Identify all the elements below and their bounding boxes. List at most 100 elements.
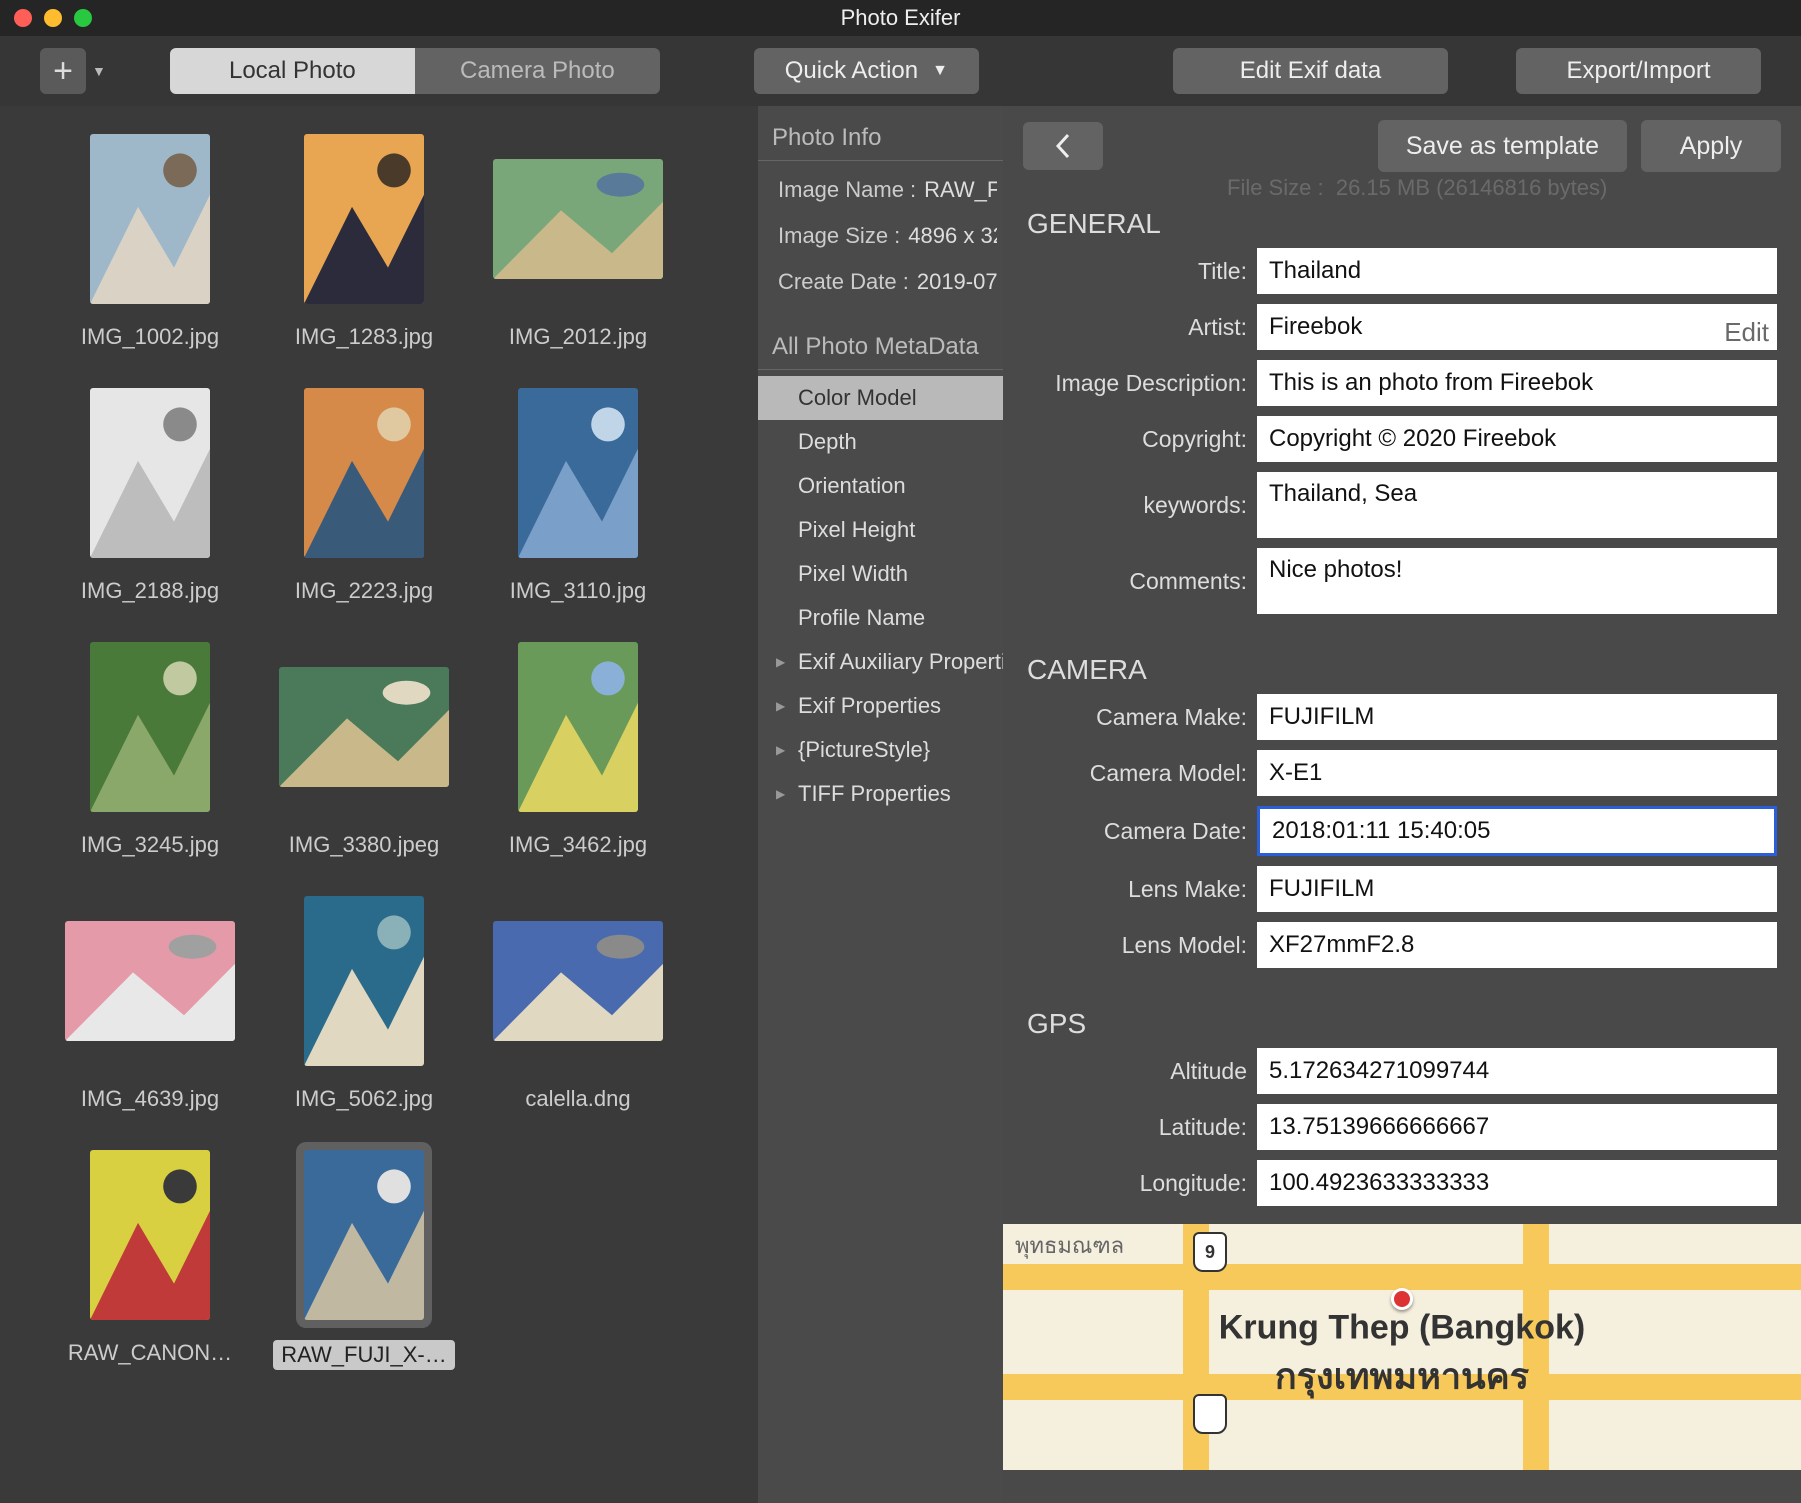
metadata-item[interactable]: TIFF Properties	[758, 772, 1003, 816]
camera-make-label: Camera Make:	[1027, 704, 1257, 731]
image-size-value: 4896 x 3264	[908, 223, 997, 249]
camera-lens_make-input[interactable]	[1257, 866, 1777, 912]
export-import-button[interactable]: Export/Import	[1516, 48, 1761, 94]
gallery-item[interactable]: calella.dng	[478, 888, 678, 1112]
thumbnail	[65, 921, 235, 1041]
camera-model-input[interactable]	[1257, 750, 1777, 796]
section-gps: GPS	[1003, 978, 1801, 1048]
chevron-down-icon: ▼	[932, 62, 948, 80]
thumbnail	[279, 667, 449, 787]
map-pin-icon	[1391, 1288, 1413, 1310]
metadata-item[interactable]: Color Model	[758, 376, 1003, 420]
general-copyright-label: Copyright:	[1027, 426, 1257, 453]
maximize-window-icon[interactable]	[74, 9, 92, 27]
general-copyright-input[interactable]	[1257, 416, 1777, 462]
create-date-label: Create Date :	[778, 269, 909, 295]
camera-lens_model-input[interactable]	[1257, 922, 1777, 968]
general-image_description-label: Image Description:	[1027, 370, 1257, 397]
minimize-window-icon[interactable]	[44, 9, 62, 27]
add-dropdown-caret[interactable]: ▼	[92, 63, 106, 79]
gallery-item[interactable]: IMG_2188.jpg	[50, 380, 250, 604]
general-title-label: Title:	[1027, 258, 1257, 285]
gallery-item[interactable]: IMG_5062.jpg	[264, 888, 464, 1112]
general-keywords-label: keywords:	[1027, 492, 1257, 519]
apply-button[interactable]: Apply	[1641, 120, 1781, 172]
tab-camera-photo[interactable]: Camera Photo	[415, 48, 660, 94]
gallery-item[interactable]: IMG_3380.jpeg	[264, 634, 464, 858]
metadata-item[interactable]: Exif Auxiliary Properties	[758, 640, 1003, 684]
thumbnail	[90, 134, 210, 304]
route-shield: 9	[1193, 1232, 1227, 1272]
metadata-item[interactable]: Depth	[758, 420, 1003, 464]
photo-gallery: IMG_1002.jpg IMG_1283.jpg IMG_2012.jpg I…	[0, 106, 758, 1503]
metadata-item[interactable]: {PictureStyle}	[758, 728, 1003, 772]
all-metadata-header: All Photo MetaData	[758, 315, 1003, 369]
gps-longitude-label: Longitude:	[1027, 1170, 1257, 1197]
toolbar: + ▼ Local Photo Camera Photo Quick Actio…	[0, 36, 1801, 106]
gps-latitude-label: Latitude:	[1027, 1114, 1257, 1141]
add-button[interactable]: +	[40, 48, 86, 94]
gps-altitude-input[interactable]	[1257, 1048, 1777, 1094]
filename-label: IMG_4639.jpg	[81, 1086, 219, 1112]
general-comments-input[interactable]	[1257, 548, 1777, 614]
gps-map[interactable]: พุทธมณฑล 9 Krung Thep (Bangkok) กรุงเทพม…	[1003, 1224, 1801, 1470]
camera-date-input[interactable]	[1257, 806, 1777, 856]
image-name-value: RAW_FUJI_X-E1.RAF	[924, 177, 997, 203]
gps-longitude-input[interactable]	[1257, 1160, 1777, 1206]
filename-label: IMG_3380.jpeg	[289, 832, 439, 858]
filename-label: IMG_1002.jpg	[81, 324, 219, 350]
tab-local-photo[interactable]: Local Photo	[170, 48, 415, 94]
image-name-label: Image Name :	[778, 177, 916, 203]
gallery-item[interactable]: IMG_4639.jpg	[50, 888, 250, 1112]
photo-info-header: Photo Info	[758, 106, 1003, 160]
back-button[interactable]	[1023, 122, 1103, 170]
metadata-item[interactable]: Orientation	[758, 464, 1003, 508]
gallery-item[interactable]: IMG_1283.jpg	[264, 126, 464, 350]
metadata-item[interactable]: Pixel Height	[758, 508, 1003, 552]
general-title-input[interactable]	[1257, 248, 1777, 294]
filename-label: IMG_3245.jpg	[81, 832, 219, 858]
camera-lens_model-label: Lens Model:	[1027, 932, 1257, 959]
gallery-item[interactable]: IMG_3110.jpg	[478, 380, 678, 604]
thumbnail	[90, 642, 210, 812]
filename-label: IMG_2188.jpg	[81, 578, 219, 604]
filename-label: IMG_3110.jpg	[510, 578, 647, 604]
thumbnail	[518, 642, 638, 812]
general-keywords-input[interactable]	[1257, 472, 1777, 538]
gallery-item[interactable]: IMG_2223.jpg	[264, 380, 464, 604]
gallery-item[interactable]: IMG_3245.jpg	[50, 634, 250, 858]
general-image_description-input[interactable]	[1257, 360, 1777, 406]
section-general: GENERAL	[1003, 178, 1801, 248]
metadata-item[interactable]: Exif Properties	[758, 684, 1003, 728]
filename-label: calella.dng	[525, 1086, 630, 1112]
camera-make-input[interactable]	[1257, 694, 1777, 740]
quick-action-button[interactable]: Quick Action ▼	[754, 48, 979, 94]
quick-action-label: Quick Action	[785, 57, 918, 85]
gallery-item[interactable]: RAW_FUJI_X-…	[264, 1142, 464, 1370]
section-camera: CAMERA	[1003, 624, 1801, 694]
thumbnail	[304, 134, 424, 304]
thumbnail	[304, 1150, 424, 1320]
close-window-icon[interactable]	[14, 9, 32, 27]
filename-label: IMG_2223.jpg	[295, 578, 433, 604]
gallery-item[interactable]: RAW_CANON…	[50, 1142, 250, 1370]
edit-exif-button[interactable]: Edit Exif data	[1173, 48, 1448, 94]
filename-label: IMG_1283.jpg	[295, 324, 433, 350]
save-as-template-button[interactable]: Save as template	[1378, 120, 1627, 172]
gallery-item[interactable]: IMG_2012.jpg	[478, 126, 678, 350]
filename-label: IMG_3462.jpg	[509, 832, 647, 858]
thumbnail	[304, 896, 424, 1066]
image-size-label: Image Size :	[778, 223, 900, 249]
filename-label: IMG_2012.jpg	[509, 324, 647, 350]
thumbnail	[493, 159, 663, 279]
metadata-panel: Photo Info Image Name : RAW_FUJI_X-E1.RAF…	[758, 106, 1003, 1503]
gps-latitude-input[interactable]	[1257, 1104, 1777, 1150]
metadata-item[interactable]: Pixel Width	[758, 552, 1003, 596]
gallery-item[interactable]: IMG_3462.jpg	[478, 634, 678, 858]
filename-label: RAW_FUJI_X-…	[273, 1340, 454, 1370]
app-title: Photo Exifer	[0, 5, 1801, 31]
filename-label: RAW_CANON…	[68, 1340, 232, 1366]
gallery-item[interactable]: IMG_1002.jpg	[50, 126, 250, 350]
general-artist-input[interactable]	[1257, 304, 1777, 350]
metadata-item[interactable]: Profile Name	[758, 596, 1003, 640]
